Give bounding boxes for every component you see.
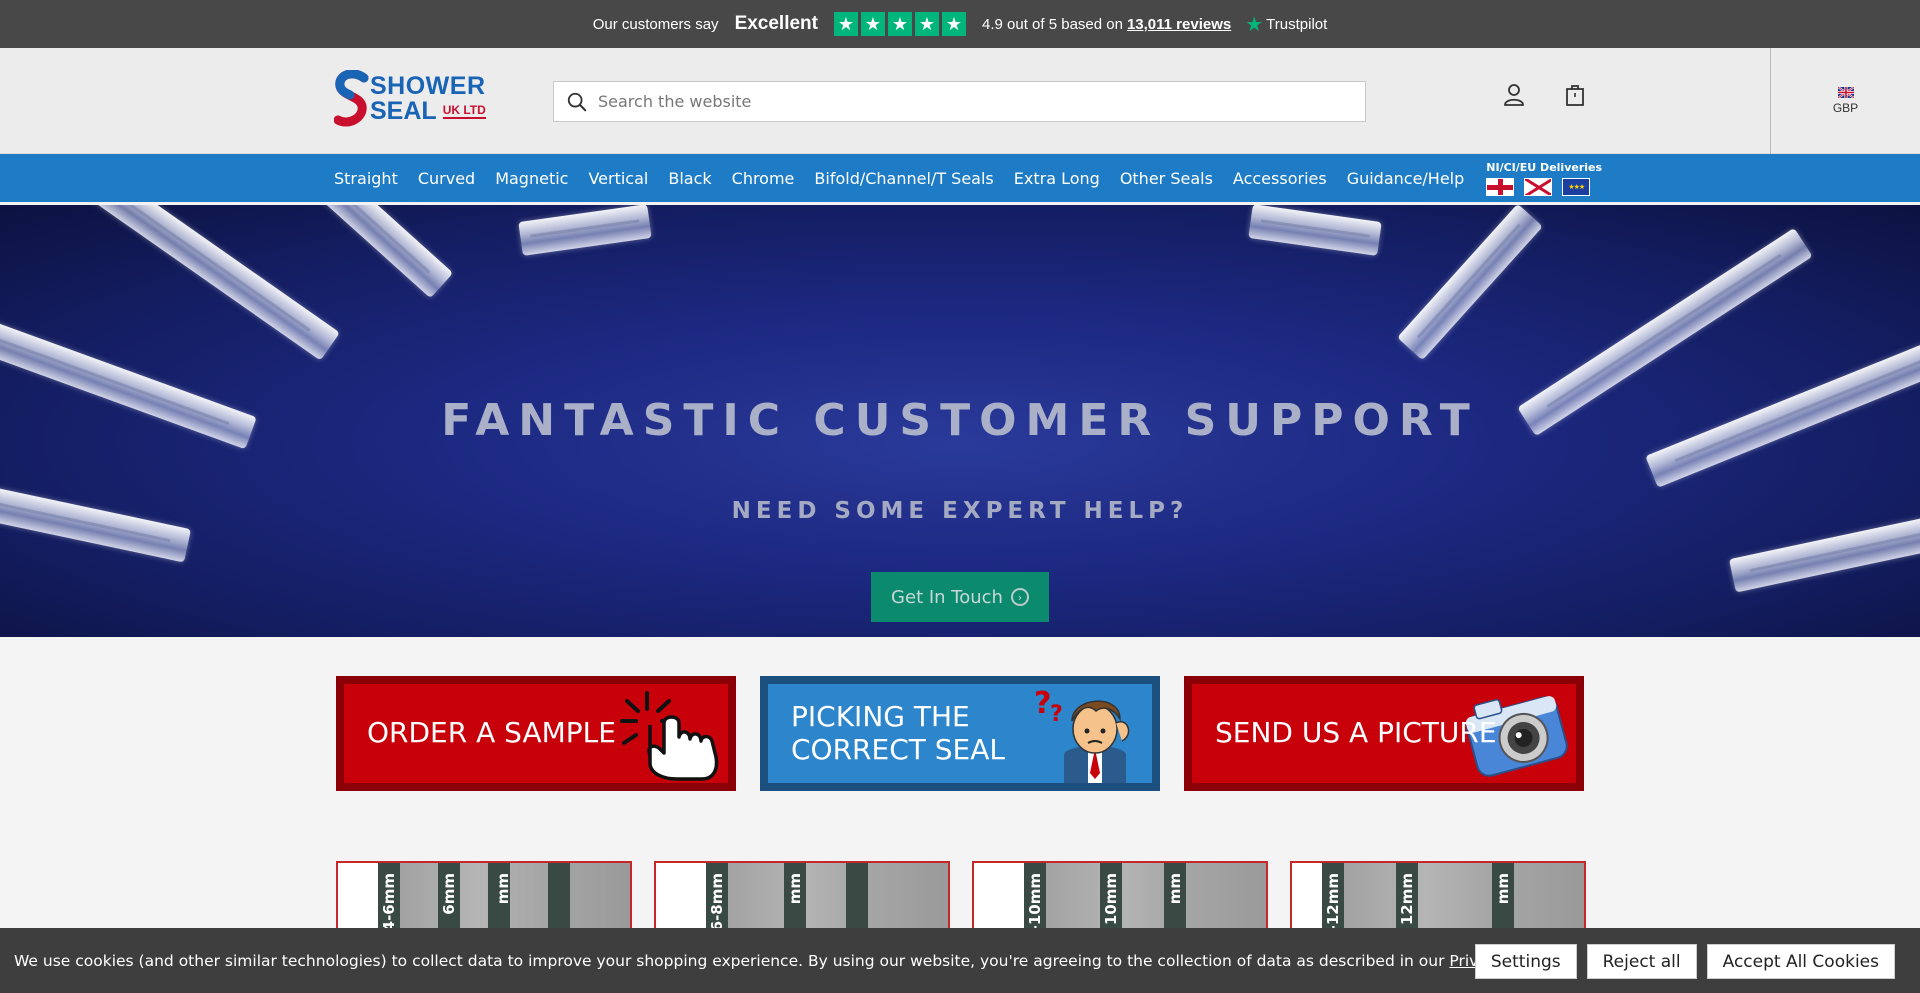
order-sample-banner[interactable]: ORDER A SAMPLE [336,676,736,791]
trustpilot-logo[interactable]: ★ Trustpilot [1245,12,1327,37]
nav-item-guidance[interactable]: Guidance/Help [1347,169,1465,188]
deliveries-link[interactable]: NI/CI/EU Deliveries ★★★ [1486,161,1602,196]
uk-flag-icon [1837,87,1854,98]
eu-flag-icon: ★★★ [1562,177,1591,196]
product-size-label: mm [786,873,804,905]
cookie-message: We use cookies (and other similar techno… [14,952,1558,970]
ci-flag-icon [1524,177,1553,196]
site-logo[interactable]: SHOWER SEAL UK LTD [334,70,486,128]
currency-label: GBP [1832,101,1859,115]
seal-image [1248,205,1382,256]
send-picture-banner[interactable]: SEND US A PICTURE [1184,676,1584,791]
correct-seal-banner[interactable]: PICKING THE CORRECT SEAL ? ? [760,676,1160,791]
get-in-touch-label: Get In Touch [891,586,1003,608]
product-size-label: 6-8mm [708,873,726,932]
seal-image [266,205,454,299]
search-bar[interactable] [553,81,1366,122]
site-header: SHOWER SEAL UK LTD GB [0,48,1920,154]
cookie-settings-button[interactable]: Settings [1474,944,1577,979]
svg-text:?: ? [1034,686,1051,721]
product-size-label: mm [1166,873,1184,905]
promo-text: SEND US A PICTURE [1215,716,1497,750]
account-icon[interactable] [1503,83,1525,107]
nav-item-magnetic[interactable]: Magnetic [495,169,568,188]
promo-text: ORDER A SAMPLE [367,716,616,750]
search-input[interactable] [598,92,1318,111]
nav-item-accessories[interactable]: Accessories [1233,169,1327,188]
star-icon: ★ [834,12,858,36]
seal-image [1397,205,1543,361]
cookie-banner: We use cookies (and other similar techno… [0,928,1920,993]
accept-all-cookies-button[interactable]: Accept All Cookies [1706,944,1895,979]
star-icon: ★ [861,12,885,36]
arrow-circle-icon: › [1010,588,1029,606]
product-size-label: mm [494,873,512,905]
trustpilot-reviews-link[interactable]: 13,011 reviews [1127,16,1231,33]
hero-subtitle: NEED SOME EXPERT HELP? [731,498,1189,524]
ni-flag-icon [1486,177,1515,196]
nav-item-straight[interactable]: Straight [334,169,398,188]
promo-text-line-2: CORRECT SEAL [791,732,1005,766]
main-nav: Straight Curved Magnetic Vertical Black … [0,154,1920,204]
promo-text-line-1: PICKING THE [791,700,970,734]
trustpilot-stars: ★ ★ ★ ★ ★ [834,12,966,36]
trustpilot-brand: Trustpilot [1266,15,1328,33]
trustpilot-bar: Our customers say Excellent ★ ★ ★ ★ ★ 4.… [0,0,1920,48]
confused-man-icon: ? ? [1034,686,1130,783]
product-size-label: 4-6mm [380,873,398,932]
pointer-hand-icon [620,691,719,781]
logo-s-icon [334,70,369,127]
nav-item-black[interactable]: Black [668,169,711,188]
trustpilot-intro: Our customers say [592,15,719,33]
get-in-touch-button[interactable]: Get In Touch › [871,572,1049,622]
trustpilot-star-icon: ★ [1245,13,1264,36]
product-size-label: 10mm [1102,873,1120,926]
hero-title: FANTASTIC CUSTOMER SUPPORT [441,395,1479,446]
currency-selector[interactable]: GBP [1770,48,1920,154]
svg-text:?: ? [1050,702,1063,727]
nav-item-curved[interactable]: Curved [418,169,475,188]
nav-item-vertical[interactable]: Vertical [588,169,648,188]
star-icon: ★ [915,12,939,36]
logo-suffix: UK LTD [442,103,486,119]
product-size-label: mm [1494,873,1512,905]
nav-item-extra-long[interactable]: Extra Long [1014,169,1100,188]
hero-banner: FANTASTIC CUSTOMER SUPPORT NEED SOME EXP… [0,205,1920,637]
seal-image [518,205,652,256]
logo-line-1: SHOWER [370,72,486,100]
basket-icon[interactable] [1564,83,1586,107]
deliveries-label: NI/CI/EU Deliveries [1486,160,1603,174]
star-icon: ★ [942,12,966,36]
product-size-label: 6mm [440,873,458,915]
nav-item-bifold[interactable]: Bifold/Channel/T Seals [814,169,993,188]
logo-line-2: SEAL [370,97,437,125]
star-icon: ★ [888,12,912,36]
seal-image [50,205,340,361]
trustpilot-rating-text: 4.9 out of 5 based on [982,15,1123,33]
trustpilot-rating-word: Excellent [734,13,818,34]
reject-all-button[interactable]: Reject all [1586,944,1697,979]
nav-item-chrome[interactable]: Chrome [732,169,795,188]
search-icon[interactable] [566,91,588,113]
product-size-label: 12mm [1398,873,1416,926]
nav-item-other-seals[interactable]: Other Seals [1120,169,1213,188]
